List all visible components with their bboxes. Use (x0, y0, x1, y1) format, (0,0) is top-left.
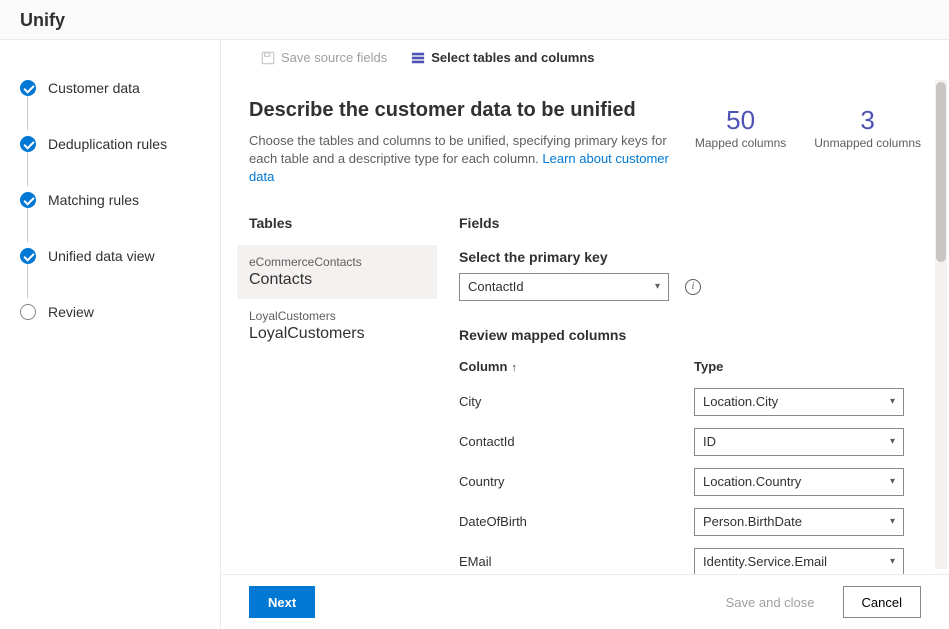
scroll-area[interactable]: Describe the customer data to be unified… (221, 75, 949, 574)
review-mapped-label: Review mapped columns (447, 319, 933, 351)
column-name: Country (459, 474, 694, 489)
table-icon (411, 51, 425, 65)
chevron-down-icon: ▾ (890, 436, 895, 447)
primary-key-select[interactable]: ContactId ▾ (459, 273, 669, 301)
step-review[interactable]: Review (20, 294, 210, 350)
column-name: DateOfBirth (459, 514, 694, 529)
table-source: LoyalCustomers (249, 309, 425, 323)
step-label: Customer data (48, 80, 140, 96)
header-text: Column (459, 359, 507, 374)
type-select[interactable]: Identity.Service.Email ▾ (694, 548, 904, 574)
table-row: Country Location.Country ▾ (447, 462, 933, 502)
mapped-columns-stat: 50 Mapped columns (695, 105, 786, 150)
select-value: Location.City (703, 394, 778, 409)
check-icon (20, 136, 36, 152)
fields-column: Fields Select the primary key ContactId … (437, 209, 933, 574)
primary-key-label: Select the primary key (459, 249, 921, 265)
type-select[interactable]: Location.City ▾ (694, 388, 904, 416)
column-header-column[interactable]: Column ↑ (459, 359, 694, 374)
toolbar: Save source fields Select tables and col… (221, 40, 949, 75)
table-row: DateOfBirth Person.BirthDate ▾ (447, 502, 933, 542)
table-entry-loyalcustomers[interactable]: LoyalCustomers LoyalCustomers (237, 299, 437, 353)
stats-block: 50 Mapped columns 3 Unmapped columns (695, 99, 921, 150)
tables-header: Tables (237, 209, 437, 245)
step-list: Customer data Deduplication rules Matchi… (20, 70, 210, 350)
toolbar-label: Save source fields (281, 50, 387, 65)
table-entry-contacts[interactable]: eCommerceContacts Contacts (237, 245, 437, 299)
page-title: Unify (20, 10, 65, 30)
stat-label: Mapped columns (695, 136, 786, 150)
type-select[interactable]: Location.Country ▾ (694, 468, 904, 496)
sort-up-icon: ↑ (511, 362, 517, 374)
table-row: ContactId ID ▾ (447, 422, 933, 462)
select-value: ContactId (468, 279, 524, 294)
page-header: Unify (0, 0, 949, 40)
step-matching-rules[interactable]: Matching rules (20, 182, 210, 238)
section-title: Describe the customer data to be unified (249, 99, 675, 122)
scrollbar-thumb[interactable] (936, 82, 946, 262)
section-subtitle: Choose the tables and columns to be unif… (249, 132, 675, 187)
table-row: EMail Identity.Service.Email ▾ (447, 542, 933, 574)
table-row: City Location.City ▾ (447, 382, 933, 422)
type-select[interactable]: Person.BirthDate ▾ (694, 508, 904, 536)
footer: Next Save and close Cancel (221, 574, 949, 629)
column-name: City (459, 394, 694, 409)
check-icon (20, 80, 36, 96)
step-label: Review (48, 304, 94, 320)
tables-column: Tables eCommerceContacts Contacts LoyalC… (237, 209, 437, 574)
toolbar-label: Select tables and columns (431, 50, 594, 65)
tables-fields-row: Tables eCommerceContacts Contacts LoyalC… (237, 209, 933, 574)
column-name: EMail (459, 554, 694, 569)
stat-value: 3 (814, 105, 921, 136)
table-name: Contacts (249, 271, 425, 289)
check-icon (20, 248, 36, 264)
fields-header: Fields (447, 209, 933, 245)
cancel-button[interactable]: Cancel (843, 586, 921, 618)
chevron-down-icon: ▾ (890, 556, 895, 567)
next-button[interactable]: Next (249, 586, 315, 618)
stat-value: 50 (695, 105, 786, 136)
main-content: Save source fields Select tables and col… (220, 40, 949, 629)
column-name: ContactId (459, 434, 694, 449)
column-header-type[interactable]: Type (694, 359, 723, 374)
chevron-down-icon: ▾ (890, 476, 895, 487)
table-source: eCommerceContacts (249, 255, 425, 269)
step-unified-data-view[interactable]: Unified data view (20, 238, 210, 294)
step-label: Unified data view (48, 248, 155, 264)
stat-label: Unmapped columns (814, 136, 921, 150)
select-value: Person.BirthDate (703, 514, 802, 529)
type-select[interactable]: ID ▾ (694, 428, 904, 456)
select-value: ID (703, 434, 716, 449)
select-tables-button[interactable]: Select tables and columns (411, 50, 594, 65)
step-label: Matching rules (48, 192, 139, 208)
table-name: LoyalCustomers (249, 325, 425, 343)
info-icon[interactable]: i (685, 279, 701, 295)
circle-icon (20, 304, 36, 320)
select-value: Identity.Service.Email (703, 554, 827, 569)
chevron-down-icon: ▾ (655, 281, 660, 292)
chevron-down-icon: ▾ (890, 396, 895, 407)
unmapped-columns-stat: 3 Unmapped columns (814, 105, 921, 150)
describe-block: Describe the customer data to be unified… (237, 75, 933, 199)
step-deduplication-rules[interactable]: Deduplication rules (20, 126, 210, 182)
save-source-fields-button: Save source fields (261, 50, 387, 65)
wizard-sidebar: Customer data Deduplication rules Matchi… (0, 40, 220, 629)
save-and-close-button: Save and close (708, 586, 833, 618)
save-icon (261, 51, 275, 65)
step-label: Deduplication rules (48, 136, 167, 152)
vertical-scrollbar[interactable] (935, 80, 947, 569)
column-headers-row: Column ↑ Type (447, 351, 933, 382)
primary-key-section: Select the primary key ContactId ▾ i (447, 245, 933, 319)
select-value: Location.Country (703, 474, 801, 489)
chevron-down-icon: ▾ (890, 516, 895, 527)
step-customer-data[interactable]: Customer data (20, 70, 210, 126)
check-icon (20, 192, 36, 208)
